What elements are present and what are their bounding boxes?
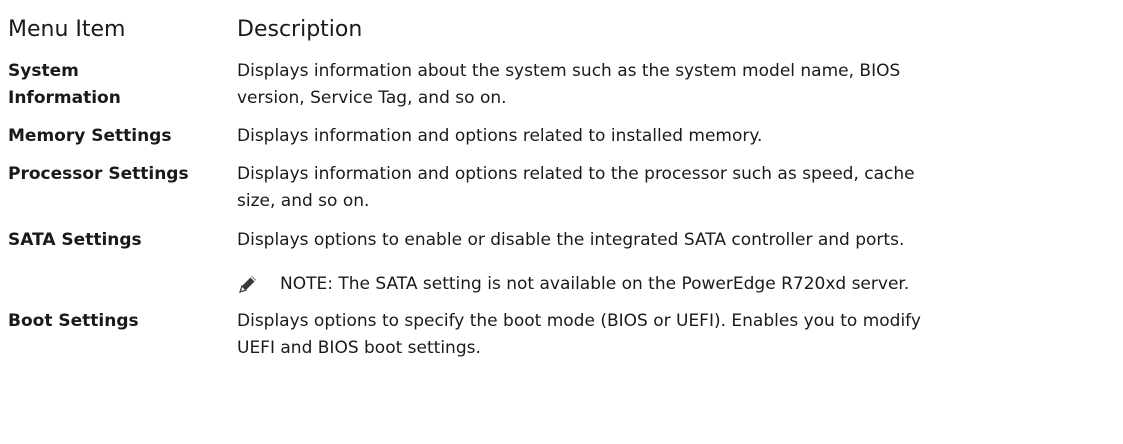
table-row: System Information Displays information …: [8, 58, 1118, 112]
menu-item-description: Displays options to enable or disable th…: [237, 227, 1118, 298]
menu-item-memory-settings: Memory Settings: [8, 126, 172, 146]
description-line: UEFI and BIOS boot settings.: [237, 338, 481, 358]
menu-item-description: Displays information and options related…: [237, 123, 1118, 150]
note-label: NOTE:: [280, 274, 333, 294]
menu-item-boot-settings: Boot Settings: [8, 311, 139, 331]
menu-item-system-information: System Information: [8, 58, 237, 112]
description-line: Displays options to enable or disable th…: [237, 230, 905, 250]
note-callout: NOTE: The SATA setting is not available …: [237, 271, 1118, 298]
menu-item-label-line: System: [8, 61, 79, 81]
note-body: The SATA setting is not available on the…: [332, 274, 910, 294]
note-pencil-icon: [237, 272, 259, 295]
menu-item-description: Displays information about the system su…: [237, 58, 1118, 112]
table-header-row: Menu Item Description: [8, 0, 1118, 48]
menu-item-label-line: Information: [8, 88, 121, 108]
description-line: version, Service Tag, and so on.: [237, 88, 507, 108]
header-menu-item: Menu Item: [8, 17, 126, 42]
menu-item-sata-settings: SATA Settings: [8, 230, 142, 250]
description-line: Displays information and options related…: [237, 126, 763, 146]
note-text: NOTE: The SATA setting is not available …: [280, 271, 909, 298]
description-line: Displays information about the system su…: [237, 61, 901, 81]
table-row: Memory Settings Displays information and…: [8, 123, 1118, 150]
description-line: size, and so on.: [237, 191, 370, 211]
table-row: SATA Settings Displays options to enable…: [8, 227, 1118, 298]
menu-item-description: Displays options to specify the boot mod…: [237, 308, 1118, 362]
description-line: Displays information and options related…: [237, 164, 915, 184]
description-line: Displays options to specify the boot mod…: [237, 311, 921, 331]
menu-item-processor-settings: Processor Settings: [8, 164, 189, 184]
header-description: Description: [237, 17, 363, 42]
table-row: Boot Settings Displays options to specif…: [8, 308, 1118, 362]
table-row: Processor Settings Displays information …: [8, 161, 1118, 215]
menu-item-description: Displays information and options related…: [237, 161, 1118, 215]
menu-description-table: Menu Item Description System Information…: [8, 0, 1118, 362]
